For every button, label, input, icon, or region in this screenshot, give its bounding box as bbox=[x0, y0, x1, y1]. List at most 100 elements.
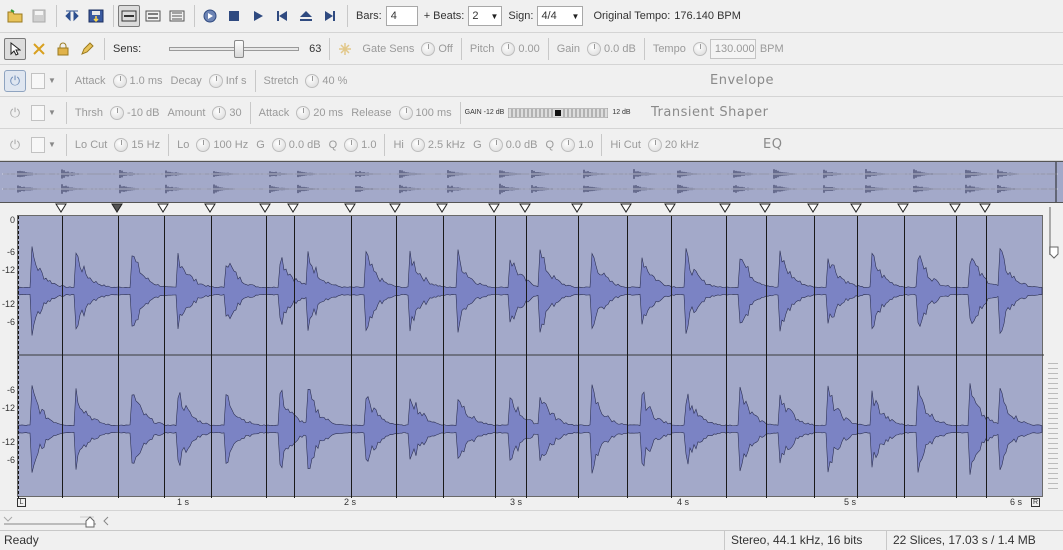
hi-gain-label: G bbox=[473, 138, 482, 151]
sens-slider-thumb[interactable] bbox=[234, 39, 245, 58]
locut-knob[interactable] bbox=[114, 137, 129, 152]
lo-freq-knob[interactable] bbox=[196, 137, 211, 152]
view-double-icon[interactable] bbox=[142, 5, 164, 27]
slice-marker bbox=[571, 203, 583, 213]
view-single-icon[interactable] bbox=[118, 5, 140, 27]
amp-tick: -6 bbox=[6, 317, 15, 327]
open-folder-icon[interactable] bbox=[4, 5, 26, 27]
delete-slice-icon[interactable] bbox=[28, 38, 50, 60]
amplitude-ruler: 0 -6 -12 -12 -6 -6 -12 -12 -6 bbox=[0, 215, 17, 497]
lo-gain-knob[interactable] bbox=[271, 137, 286, 152]
envelope-power-icon[interactable]: ⏻ bbox=[4, 69, 26, 92]
envelope-panel: ⏻ ▼ Attack 1.0 ms Decay Inf s Stretch 40… bbox=[0, 65, 1063, 97]
gain-knob[interactable] bbox=[587, 41, 601, 56]
pitch-knob[interactable] bbox=[501, 41, 516, 56]
slice-marker bbox=[157, 203, 169, 213]
sign-select[interactable]: 4/4 ▼ bbox=[537, 6, 584, 26]
amp-tick: -6 bbox=[6, 385, 15, 395]
tempo-unit: BPM bbox=[759, 42, 784, 55]
waveform-overview[interactable] bbox=[0, 161, 1063, 203]
beats-select[interactable]: 2 ▼ bbox=[468, 6, 503, 26]
sens-value: 63 bbox=[309, 42, 322, 55]
slice-markers-row[interactable] bbox=[0, 203, 1045, 215]
chevron-down-icon[interactable]: ▼ bbox=[48, 76, 56, 85]
separator bbox=[104, 37, 105, 60]
horizontal-zoom-control[interactable] bbox=[0, 511, 1063, 531]
amp-tick: 0 bbox=[9, 215, 15, 225]
pointer-tool-icon[interactable] bbox=[4, 37, 26, 60]
bars-label: Bars: bbox=[356, 10, 382, 22]
bars-input[interactable]: 4 bbox=[385, 6, 418, 26]
thrsh-knob[interactable] bbox=[110, 105, 125, 120]
gate-sens-knob[interactable] bbox=[421, 41, 436, 56]
play-icon[interactable] bbox=[247, 5, 269, 27]
skip-end-icon[interactable] bbox=[319, 5, 341, 27]
slice-marker bbox=[519, 203, 531, 213]
chevron-down-icon[interactable]: ▼ bbox=[48, 140, 56, 149]
lo-q-knob[interactable] bbox=[344, 137, 359, 152]
separator bbox=[65, 69, 67, 92]
eject-icon[interactable] bbox=[295, 5, 317, 27]
time-label: 5 s bbox=[844, 497, 857, 507]
lock-icon[interactable] bbox=[52, 38, 74, 60]
hi-gain-knob[interactable] bbox=[488, 137, 503, 152]
stretch-knob[interactable] bbox=[305, 73, 320, 88]
time-label: 1 s bbox=[177, 497, 190, 507]
pitch-label: Pitch bbox=[469, 42, 495, 55]
tempo-knob[interactable] bbox=[692, 41, 707, 56]
envelope-preset-box[interactable] bbox=[31, 72, 45, 89]
status-format: Stereo, 44.1 kHz, 16 bits bbox=[724, 530, 886, 550]
right-marker-box[interactable]: R bbox=[1031, 498, 1040, 507]
separator bbox=[384, 133, 386, 156]
waveform-canvas[interactable] bbox=[17, 215, 1044, 498]
transient-attack-knob[interactable] bbox=[296, 105, 311, 120]
amp-tick: -6 bbox=[6, 247, 15, 257]
left-marker-box[interactable]: L bbox=[17, 498, 26, 507]
eq-title: EQ bbox=[763, 137, 783, 152]
gate-sens-value: Off bbox=[438, 42, 453, 55]
gate-icon[interactable] bbox=[334, 38, 356, 60]
thrsh-label: Thrsh bbox=[74, 106, 104, 119]
slice-marker bbox=[344, 203, 356, 213]
gain-meter bbox=[508, 107, 609, 118]
hicut-knob[interactable] bbox=[647, 137, 662, 152]
separator bbox=[194, 5, 195, 27]
amp-tick: -6 bbox=[6, 455, 15, 465]
view-stacked-icon[interactable] bbox=[166, 5, 188, 27]
release-value: 100 ms bbox=[415, 106, 452, 119]
waveform-channel bbox=[17, 383, 1043, 475]
transient-preset-box[interactable] bbox=[31, 104, 45, 121]
skip-start-icon[interactable] bbox=[271, 5, 293, 27]
eq-power-icon[interactable]: ⏻ bbox=[4, 134, 26, 156]
hi-freq-knob[interactable] bbox=[410, 137, 425, 152]
sens-label: Sens: bbox=[113, 42, 142, 55]
amount-knob[interactable] bbox=[212, 105, 227, 120]
vertical-zoom-control[interactable] bbox=[1045, 203, 1063, 510]
eq-preset-box[interactable] bbox=[31, 136, 45, 153]
tempo-input[interactable]: 130.000 bbox=[709, 38, 756, 59]
transient-power-icon[interactable]: ⏻ bbox=[4, 102, 26, 124]
sens-slider[interactable] bbox=[169, 39, 300, 58]
stop-icon[interactable] bbox=[223, 5, 245, 27]
envelope-attack-knob[interactable] bbox=[112, 73, 127, 88]
envelope-decay-knob[interactable] bbox=[208, 73, 223, 88]
save-icon[interactable] bbox=[28, 5, 50, 27]
export-slices-icon[interactable] bbox=[61, 5, 83, 27]
beats-value: 2 bbox=[472, 10, 479, 22]
chevron-down-icon: ▼ bbox=[490, 11, 499, 21]
amount-value: 30 bbox=[229, 106, 242, 119]
chevron-down-icon[interactable]: ▼ bbox=[48, 108, 56, 117]
slice-marker bbox=[719, 203, 731, 213]
status-summary: 22 Slices, 17.03 s / 1.4 MB bbox=[886, 530, 1063, 550]
pencil-tool-icon[interactable] bbox=[76, 38, 98, 60]
slice-marker bbox=[111, 203, 123, 213]
hi-gain-value: 0.0 dB bbox=[505, 138, 538, 151]
save-slices-icon[interactable] bbox=[85, 5, 107, 27]
hi-q-knob[interactable] bbox=[561, 137, 576, 152]
separator bbox=[459, 101, 461, 124]
separator bbox=[347, 5, 348, 27]
vertical-zoom-bar[interactable] bbox=[1045, 203, 1063, 510]
separator bbox=[460, 37, 462, 60]
release-knob[interactable] bbox=[398, 105, 413, 120]
preview-slice-icon[interactable] bbox=[199, 5, 221, 27]
